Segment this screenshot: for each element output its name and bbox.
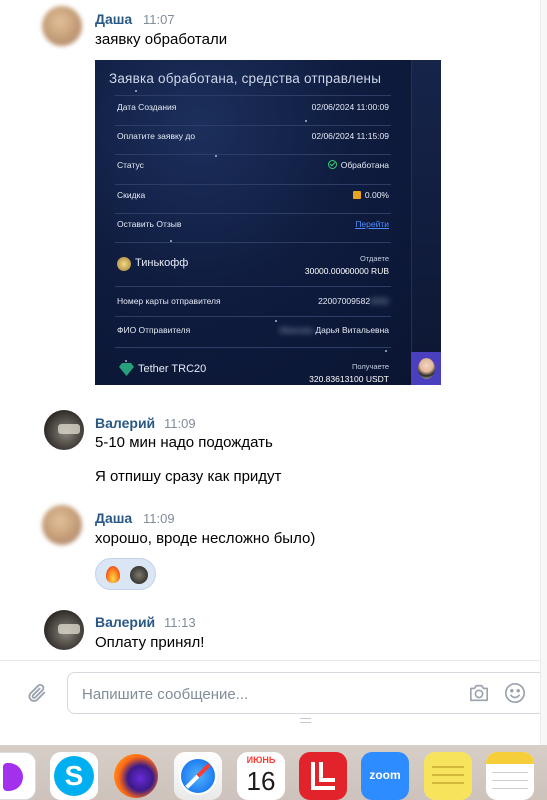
- receipt-value: 02/06/2024 11:15:09: [311, 131, 389, 141]
- receipt-value: 02/06/2024 11:00:09: [311, 102, 389, 112]
- card-number: 220070095820000: [318, 296, 389, 306]
- send-amount: 30000.00000000 RUB: [304, 266, 389, 276]
- send-bank: Тинькофф: [135, 257, 189, 269]
- receipt-label: Номер карты отправителя: [117, 296, 221, 306]
- reactor-avatar: [130, 566, 148, 584]
- message-input-box[interactable]: [67, 672, 545, 714]
- receipt-divider: [115, 286, 391, 287]
- avatar[interactable]: [44, 410, 84, 450]
- sender-name: Иванова Дарья Витальевна: [279, 325, 389, 335]
- message-text: 5-10 мин надо подождать: [95, 434, 273, 451]
- scrollbar[interactable]: [540, 0, 547, 745]
- check-circle-icon: [327, 160, 337, 169]
- operator-avatar: [411, 352, 441, 385]
- receipt-label: Оставить Отзыв: [117, 219, 182, 229]
- message-author[interactable]: Валерий: [95, 614, 155, 630]
- firefox-icon[interactable]: [112, 752, 160, 800]
- notes-icon[interactable]: [486, 752, 534, 800]
- message-text: Оплату принял!: [95, 634, 205, 651]
- reaction-badge[interactable]: [95, 558, 156, 590]
- message-time: 11:09: [164, 416, 196, 431]
- receipt-divider: [115, 213, 391, 214]
- card-number-value: 22007009582: [318, 296, 371, 306]
- receipt-status: Обработана: [327, 160, 389, 170]
- receipt-divider: [115, 242, 391, 243]
- receipt-divider: [115, 184, 391, 185]
- message-input[interactable]: [82, 684, 452, 704]
- calendar-month: ИЮНЬ: [246, 755, 276, 765]
- receive-amount: 320.83613100 USDT: [309, 374, 389, 384]
- receipt-side-panel: [411, 60, 441, 385]
- avatar[interactable]: [44, 610, 84, 650]
- message-author[interactable]: Даша: [95, 510, 132, 526]
- safari-icon[interactable]: [174, 752, 222, 800]
- avatar[interactable]: [42, 505, 82, 545]
- receive-currency: Tether TRC20: [138, 363, 207, 375]
- receipt-label: Оплатите заявку до: [117, 131, 196, 141]
- message-time: 11:13: [164, 615, 196, 630]
- receipt-title: Заявка обработана, средства отправлены: [109, 71, 382, 86]
- message-time: 11:09: [143, 511, 175, 526]
- receive-label: Получаете: [351, 362, 389, 371]
- lastpass-icon[interactable]: [299, 752, 347, 800]
- receipt-value: Обработана: [340, 160, 389, 170]
- calendar-day: 16: [246, 766, 276, 796]
- tinkoff-icon: [117, 257, 131, 271]
- dock: S ИЮНЬ 16 zoom: [0, 745, 547, 800]
- avatar[interactable]: [42, 6, 82, 46]
- message-author[interactable]: Даша: [95, 11, 132, 27]
- receipt-divider: [115, 95, 391, 96]
- zoom-icon[interactable]: zoom: [361, 752, 409, 800]
- send-label: Отдаете: [359, 254, 389, 263]
- message-text: хорошо, вроде несложно было): [95, 530, 316, 547]
- gift-icon: [352, 191, 361, 199]
- receipt-label: ФИО Отправителя: [117, 325, 191, 335]
- d-app-icon[interactable]: [0, 752, 36, 800]
- paperclip-icon[interactable]: [26, 682, 48, 704]
- camera-icon[interactable]: [468, 683, 490, 703]
- message-author[interactable]: Валерий: [95, 415, 155, 431]
- message-text: заявку обработали: [95, 31, 228, 48]
- receipt-divider: [115, 347, 391, 348]
- zoom-label: zoom: [369, 768, 401, 782]
- receipt-divider: [115, 125, 391, 126]
- fire-icon: [106, 566, 120, 583]
- resize-handle[interactable]: [300, 718, 311, 723]
- receipt-label: Скидка: [117, 190, 146, 200]
- receipt-label: Статус: [117, 160, 144, 170]
- skype-icon[interactable]: S: [50, 752, 98, 800]
- sender-name-value: Дарья Витальевна: [315, 325, 389, 335]
- stickies-icon[interactable]: [424, 752, 472, 800]
- receipt-value: 0.00%: [364, 190, 389, 200]
- receipt-image[interactable]: Заявка обработана, средства отправлены Д…: [95, 60, 441, 385]
- skype-letter: S: [54, 756, 94, 796]
- receipt-divider: [115, 154, 391, 155]
- receipt-divider: [115, 316, 391, 317]
- smile-icon[interactable]: [504, 682, 526, 704]
- calendar-icon[interactable]: ИЮНЬ 16: [237, 752, 285, 800]
- review-link[interactable]: Перейти: [355, 219, 389, 229]
- message-time: 11:07: [143, 12, 175, 27]
- chat-history: Даша 11:07 заявку обработали Заявка обра…: [0, 0, 540, 660]
- receipt-discount: 0.00%: [352, 190, 389, 200]
- message-text: Я отпишу сразу как придут: [95, 468, 282, 485]
- tether-icon: [119, 363, 134, 376]
- receipt-label: Дата Создания: [117, 102, 177, 112]
